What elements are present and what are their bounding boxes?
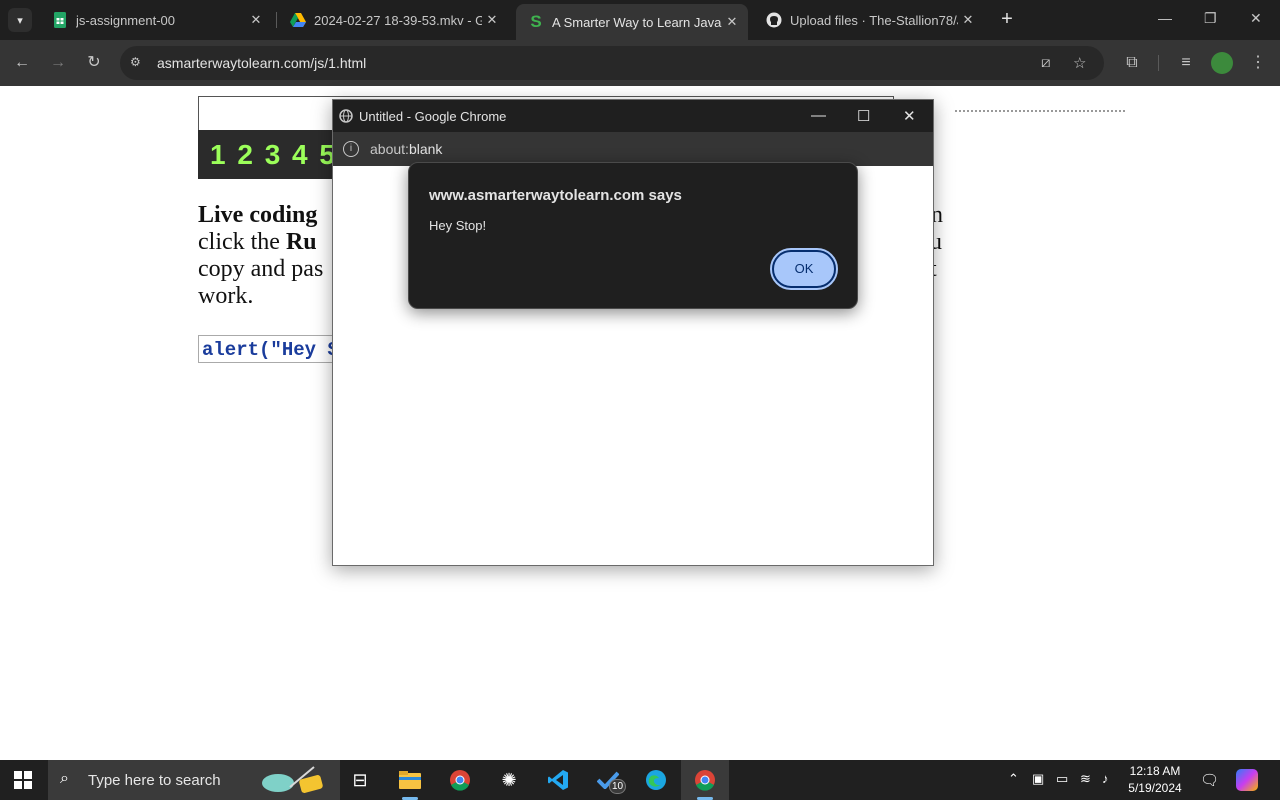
taskbar-search-box[interactable]: ⌕ Type here to search xyxy=(48,760,340,800)
close-icon[interactable]: ✕ xyxy=(482,12,502,28)
menu-dots-icon[interactable]: ⋮ xyxy=(1247,52,1269,74)
edge-icon[interactable] xyxy=(642,766,670,794)
tab-title: 2024-02-27 18-39-53.mkv - Goo xyxy=(314,12,482,28)
toolbar-divider xyxy=(1158,55,1159,71)
tab-title: Upload files · The-Stallion78/Jav xyxy=(790,12,958,28)
chatgpt-icon[interactable]: ✺ xyxy=(495,766,523,794)
prose-bold: Ru xyxy=(285,229,317,255)
clock-date: 5/19/2024 xyxy=(1128,781,1182,795)
smarter-way-icon: S xyxy=(530,12,542,31)
search-placeholder: Type here to search xyxy=(88,772,221,789)
minimize-icon[interactable]: — xyxy=(1158,10,1172,26)
popup-url: about:blank xyxy=(370,141,442,157)
notification-badge: 10 xyxy=(609,779,626,794)
google-sheets-icon xyxy=(52,12,68,28)
tab-title: A Smarter Way to Learn JavaScr xyxy=(552,14,722,30)
chevron-up-icon[interactable]: ⌃ xyxy=(1008,771,1019,787)
alert-dialog: www.asmarterwaytolearn.com says Hey Stop… xyxy=(408,162,858,309)
tab-js-assignment[interactable]: js-assignment-00 ✕ xyxy=(40,6,272,34)
back-icon[interactable]: ← xyxy=(11,52,33,74)
tab-smarter-way[interactable]: S A Smarter Way to Learn JavaScr ✕ xyxy=(516,4,748,40)
tab-github-upload[interactable]: Upload files · The-Stallion78/Jav ✕ xyxy=(754,6,984,34)
close-icon[interactable]: ✕ xyxy=(246,12,266,28)
chrome-icon[interactable] xyxy=(446,766,474,794)
clock-time: 12:18 AM xyxy=(1129,764,1181,778)
dotted-divider xyxy=(955,110,1125,112)
battery-icon[interactable]: ▭ xyxy=(1056,771,1068,787)
url-path: blank xyxy=(408,141,443,157)
prose-text: click the xyxy=(198,229,286,255)
vscode-icon[interactable] xyxy=(544,766,572,794)
prose-line: work. xyxy=(198,283,254,309)
forward-icon[interactable]: → xyxy=(47,52,69,74)
wifi-icon[interactable]: ≋ xyxy=(1080,771,1091,787)
tab-search-button[interactable]: ▾ xyxy=(8,8,32,32)
lesson-numbers: 1 2 3 4 5 xyxy=(210,139,337,170)
prose-line: copy and pas xyxy=(198,256,324,282)
ok-button[interactable]: OK xyxy=(770,248,838,290)
prose-heading: Live coding xyxy=(198,202,318,228)
maximize-icon[interactable]: ☐ xyxy=(857,107,870,125)
tab-drive-video[interactable]: 2024-02-27 18-39-53.mkv - Goo ✕ xyxy=(278,6,508,34)
search-highlight-icon xyxy=(260,765,332,795)
task-view-icon[interactable]: ⊟ xyxy=(346,766,374,794)
restore-icon[interactable]: ❐ xyxy=(1204,10,1217,27)
code-text: alert("Hey S xyxy=(202,339,339,361)
google-drive-icon xyxy=(290,12,306,28)
alert-message: Hey Stop! xyxy=(429,218,487,233)
globe-icon xyxy=(339,109,353,123)
tab-strip: ▾ js-assignment-00 ✕ 2024-02-27 18-39-53… xyxy=(0,0,1280,40)
reload-icon[interactable]: ↻ xyxy=(83,52,105,74)
notification-center-icon[interactable]: 🗨 xyxy=(1200,771,1219,789)
tab-separator xyxy=(276,12,277,28)
close-icon[interactable]: ✕ xyxy=(958,12,978,28)
address-bar[interactable]: ⚙ asmarterwaytolearn.com/js/1.html ⧄ ☆ xyxy=(120,46,1104,80)
cast-blocked-icon[interactable]: ⧄ xyxy=(1041,54,1051,71)
url-scheme: about: xyxy=(370,141,409,157)
windows-start-icon[interactable] xyxy=(14,771,32,789)
avatar[interactable] xyxy=(1211,52,1233,74)
url-text: asmarterwaytolearn.com/js/1.html xyxy=(157,55,367,71)
popup-titlebar[interactable]: Untitled - Google Chrome — ☐ ✕ xyxy=(333,100,933,132)
tab-title: js-assignment-00 xyxy=(76,12,175,28)
info-icon[interactable]: i xyxy=(343,141,359,157)
volume-icon[interactable]: ♪ xyxy=(1102,771,1109,786)
close-icon[interactable]: ✕ xyxy=(722,14,742,30)
popup-title: Untitled - Google Chrome xyxy=(359,109,507,124)
extensions-icon[interactable]: ⧉ xyxy=(1121,52,1143,74)
prose-line: click the Ru xyxy=(198,229,317,256)
search-icon: ⌕ xyxy=(60,770,69,787)
alert-origin: www.asmarterwaytolearn.com says xyxy=(429,187,682,204)
site-info-icon[interactable]: ⚙ xyxy=(130,55,146,71)
new-tab-button[interactable]: + xyxy=(996,8,1018,30)
popup-address-bar: i about:blank xyxy=(333,132,933,166)
system-clock[interactable]: 12:18 AM 5/19/2024 xyxy=(1122,763,1188,797)
file-explorer-icon[interactable] xyxy=(396,766,424,794)
close-window-icon[interactable]: ✕ xyxy=(1250,10,1262,27)
windows-taskbar: ⌕ Type here to search ⊟ ✺ 10 ⌃ ▣ ▭ ≋ ♪ 1… xyxy=(0,760,1280,800)
meet-now-icon[interactable]: ▣ xyxy=(1032,771,1044,787)
browser-toolbar: ← → ↻ ⚙ asmarterwaytolearn.com/js/1.html… xyxy=(0,40,1280,86)
github-icon xyxy=(766,12,782,28)
minimize-icon[interactable]: — xyxy=(811,107,826,124)
media-control-icon[interactable]: ≡ xyxy=(1175,52,1197,74)
bookmark-star-icon[interactable]: ☆ xyxy=(1073,54,1086,72)
chrome-active-icon[interactable] xyxy=(691,766,719,794)
close-icon[interactable]: ✕ xyxy=(903,107,916,125)
copilot-icon[interactable] xyxy=(1236,769,1258,791)
